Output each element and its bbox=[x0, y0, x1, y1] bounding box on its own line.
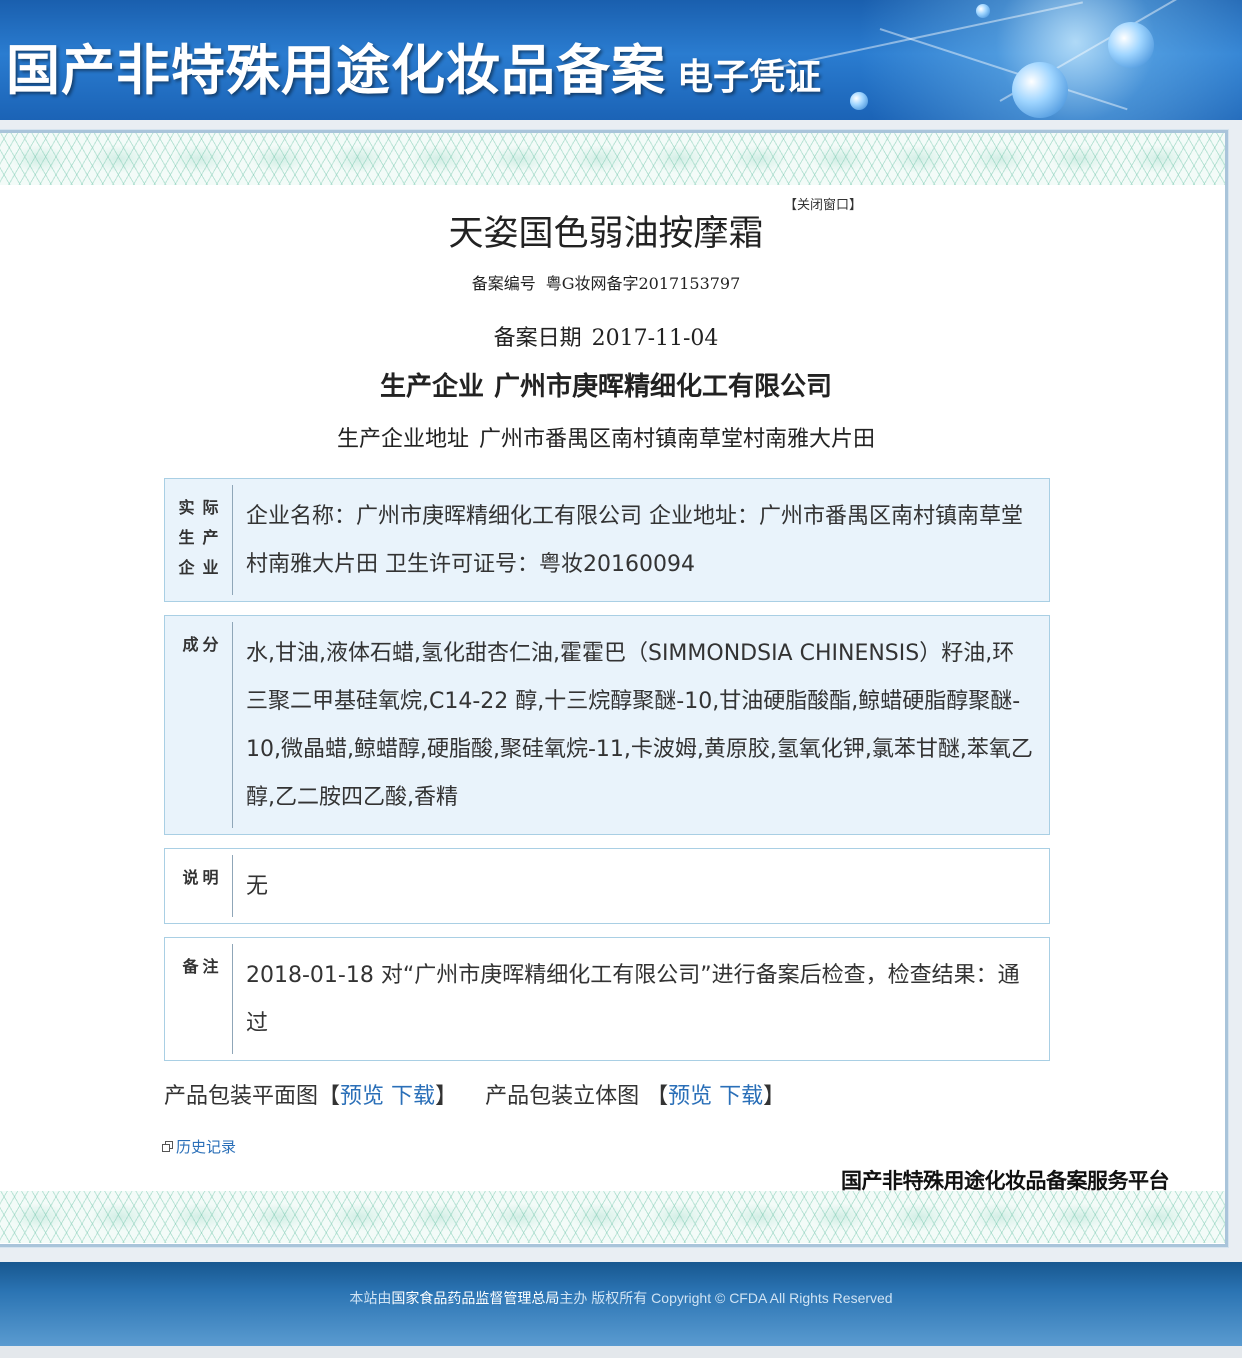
manufacturer-address-label: 生产企业地址 bbox=[336, 427, 469, 452]
actual-producer-value: 企业名称：广州市庚晖精细化工有限公司 企业地址：广州市番禺区南村镇南草堂村南雅大… bbox=[246, 504, 1023, 577]
bracket-open: 【 bbox=[318, 1084, 341, 1109]
remarks-box: 备注 2018-01-18 对“广州市庚晖精细化工有限公司”进行备案后检查，检查… bbox=[164, 937, 1050, 1061]
history-records-link[interactable]: 历史记录 bbox=[162, 1136, 236, 1157]
manufacturer-address-row: 生产企业地址 广州市番禺区南村镇南草堂村南雅大片田 bbox=[0, 421, 1213, 453]
notes-label: 说明 bbox=[173, 855, 233, 917]
history-records-label: 历史记录 bbox=[176, 1138, 237, 1156]
registration-number-value: 粤G妆网备字2017153797 bbox=[545, 274, 741, 293]
banner-subtitle: 电子凭证 bbox=[677, 56, 822, 98]
footer-copyright: 本站由国家食品药品监督管理总局主办 版权所有 Copyright © CFDA … bbox=[0, 1288, 1242, 1308]
footer: 本站由国家食品药品监督管理总局主办 版权所有 Copyright © CFDA … bbox=[0, 1262, 1242, 1346]
remarks-label: 备注 bbox=[173, 944, 233, 1054]
manufacturer-address-value: 广州市番禺区南村镇南草堂村南雅大片田 bbox=[479, 427, 876, 452]
package-flat-label: 产品包装平面图 bbox=[164, 1084, 319, 1109]
certificate-card: 【关闭窗口】 天姿国色弱油按摩霜 备案编号 粤G妆网备字2017153797 备案… bbox=[0, 130, 1228, 1247]
remarks-value: 2018-01-18 对“广州市庚晖精细化工有限公司”进行备案后检查，检查结果：… bbox=[246, 963, 1020, 1036]
package-solid-label: 产品包装立体图 bbox=[485, 1084, 640, 1109]
footer-suffix: 主办 版权所有 Copyright © CFDA All Rights Rese… bbox=[559, 1290, 893, 1306]
manufacturer-value: 广州市庚晖精细化工有限公司 bbox=[494, 372, 833, 402]
bracket-open: 【 bbox=[646, 1084, 669, 1109]
package-solid-preview-link[interactable]: 预览 bbox=[668, 1084, 712, 1109]
package-flat-download-link[interactable]: 下载 bbox=[391, 1084, 435, 1109]
registration-date-value: 2017-11-04 bbox=[591, 326, 719, 351]
banner-orb-icon bbox=[1108, 22, 1154, 68]
ingredients-box: 成分 水,甘油,液体石蜡,氢化甜杏仁油,霍霍巴（SIMMONDSIA CHINE… bbox=[164, 615, 1050, 835]
banner-orb-icon bbox=[1012, 62, 1068, 118]
bracket-close: 】 bbox=[763, 1084, 786, 1109]
ingredients-value: 水,甘油,液体石蜡,氢化甜杏仁油,霍霍巴（SIMMONDSIA CHINENSI… bbox=[246, 641, 1033, 810]
windows-icon bbox=[162, 1141, 173, 1152]
notes-value: 无 bbox=[246, 874, 269, 899]
manufacturer-row: 生产企业 广州市庚晖精细化工有限公司 bbox=[0, 366, 1213, 403]
actual-producer-box: 实际生产企业 企业名称：广州市庚晖精细化工有限公司 企业地址：广州市番禺区南村镇… bbox=[164, 478, 1050, 602]
product-name: 天姿国色弱油按摩霜 bbox=[448, 214, 764, 254]
footer-organization: 国家食品药品监督管理总局 bbox=[391, 1290, 560, 1306]
actual-producer-label: 实际生产企业 bbox=[173, 485, 233, 595]
bracket-close: 】 bbox=[435, 1084, 458, 1109]
footer-prefix: 本站由 bbox=[349, 1290, 392, 1306]
package-flat-preview-link[interactable]: 预览 bbox=[340, 1084, 384, 1109]
registration-number-label: 备案编号 bbox=[471, 274, 536, 293]
ingredients-label: 成分 bbox=[173, 622, 233, 828]
registration-number-row: 备案编号 粤G妆网备字2017153797 bbox=[0, 270, 1213, 294]
packaging-links-row: 产品包装平面图【预览 下载】 产品包装立体图 【预览 下载】 bbox=[164, 1078, 785, 1110]
banner-title: 国产非特殊用途化妆品备案 bbox=[6, 38, 666, 102]
package-solid-download-link[interactable]: 下载 bbox=[719, 1084, 763, 1109]
banner-orb-icon bbox=[850, 92, 868, 110]
registration-date-label: 备案日期 bbox=[493, 326, 582, 351]
guilloche-border-top bbox=[0, 133, 1225, 185]
guilloche-border-bottom bbox=[0, 1191, 1225, 1243]
notes-box: 说明 无 bbox=[164, 848, 1050, 924]
registration-date-row: 备案日期 2017-11-04 bbox=[0, 320, 1213, 352]
header-banner: 国产非特殊用途化妆品备案 电子凭证 bbox=[0, 0, 1242, 120]
banner-orb-icon bbox=[976, 4, 990, 18]
manufacturer-label: 生产企业 bbox=[379, 372, 484, 402]
footer-bottom-strip bbox=[0, 1346, 1242, 1358]
